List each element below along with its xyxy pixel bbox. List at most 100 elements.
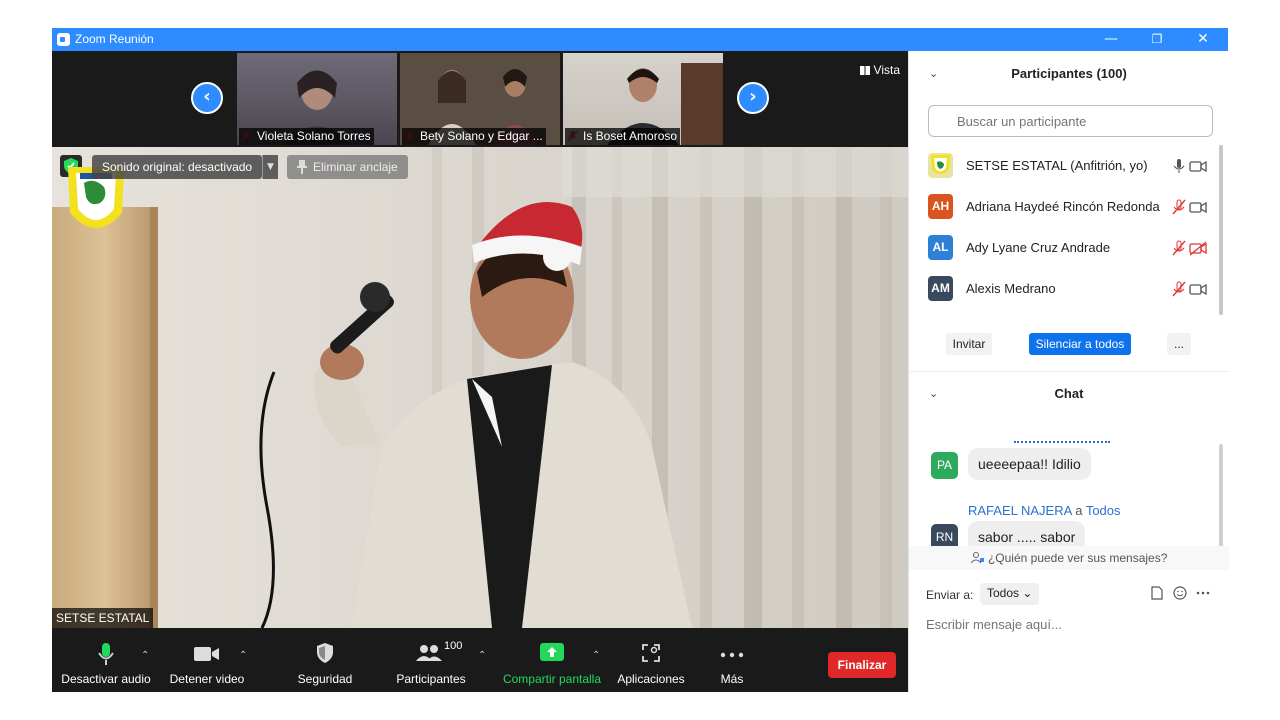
strip-prev-button[interactable]: ‹ [191,82,223,114]
speaker-name-label: SETSE ESTATAL [52,608,154,628]
video-camera-icon[interactable] [1189,199,1207,215]
close-button[interactable]: ✕ [1180,28,1226,51]
recipient-name: Todos [1085,503,1121,518]
apps-icon [642,644,660,662]
microphone-icon[interactable] [1171,158,1187,174]
chat-title: Chat [1054,386,1084,401]
more-dots-icon [720,652,744,658]
participants-options-caret[interactable]: ⌃ [478,650,490,661]
participants-header: ⌄ Participantes (100) [909,51,1229,97]
original-sound-caret[interactable]: ▼ [262,155,278,179]
participants-icon [416,645,442,661]
participants-label: Participantes [396,672,466,686]
send-to-dropdown[interactable]: Todos ⌄ [980,583,1040,605]
sender-name: RAFAEL NAJERA [968,503,1072,518]
restore-button[interactable]: ❐ [1134,28,1180,51]
chat-sender[interactable]: RAFAEL NAJERA a Todos [968,503,1121,518]
chat-message: ueeeepaa!! Idilio [968,448,1091,480]
participant-row[interactable]: AL Ady Lyane Cruz Andrade [909,227,1219,268]
grid-view-icon [859,66,870,75]
share-screen-button[interactable]: Compartir pantalla [498,628,606,692]
mute-all-button[interactable]: Silenciar a todos [1029,333,1131,355]
share-options-caret[interactable]: ⌃ [592,650,604,661]
security-button[interactable]: Seguridad [288,628,362,692]
participants-more-button[interactable]: ... [1167,333,1191,355]
mic-muted-icon[interactable] [1171,240,1187,256]
apps-button[interactable]: Aplicaciones [614,628,688,692]
participant-name: SETSE ESTATAL (Anfitrión, yo) [966,158,1148,173]
avatar: AM [928,276,953,301]
participant-search-input[interactable] [928,105,1213,137]
share-screen-icon [540,643,564,661]
participant-row[interactable]: AM Alexis Medrano [909,268,1219,309]
more-button[interactable]: Más [706,628,758,692]
chat-header: ⌄ Chat [909,371,1229,417]
unpin-label: Eliminar anclaje [313,160,398,174]
avatar: AL [928,235,953,260]
chat-message-input[interactable] [926,613,1216,635]
participant-row[interactable]: AH Adriana Haydeé Rincón Redonda [909,186,1219,227]
title-bar: Zoom Reunión — ❐ ✕ [52,28,1228,51]
video-thumb-3[interactable]: Is Boset Amoroso [563,53,723,145]
avatar: PA [931,452,958,479]
video-options-caret[interactable]: ⌃ [239,650,251,661]
video-camera-icon[interactable] [1189,281,1207,297]
apps-label: Aplicaciones [617,672,685,686]
thumb-name-1: Violeta Solano Torres [239,128,374,145]
participants-scrollbar[interactable] [1219,145,1223,315]
union-logo-icon [931,155,950,174]
send-to-value: Todos [987,586,1020,600]
participants-button[interactable]: 100 Participantes [388,628,474,692]
side-panel: ⌄ Participantes (100) SETSE ESTATAL (Anf… [908,51,1229,692]
shield-icon [317,643,333,663]
window-title: Zoom Reunión [75,32,154,46]
end-meeting-button[interactable]: Finalizar [828,652,896,678]
file-icon[interactable] [1151,586,1163,600]
mute-audio-button[interactable]: Desactivar audio [58,628,154,692]
participant-row[interactable]: SETSE ESTATAL (Anfitrión, yo) [909,145,1219,186]
mic-muted-icon[interactable] [1171,281,1187,297]
participants-count: 100 [444,640,463,652]
avatar [928,153,953,178]
video-thumb-2[interactable]: Bety Solano y Edgar ... [400,53,560,145]
participant-name: Adriana Haydeé Rincón Redonda [966,199,1160,214]
who-can-see-messages[interactable]: ¿Quién puede ver sus mensajes? [909,546,1229,570]
mute-audio-label: Desactivar audio [61,672,151,686]
emoji-icon[interactable] [1173,586,1187,600]
unpin-button[interactable]: Eliminar anclaje [287,155,408,179]
invite-button[interactable]: Invitar [946,333,992,355]
zoom-logo-icon [57,33,70,46]
participant-row[interactable] [909,309,1219,315]
original-sound-button[interactable]: Sonido original: desactivado [92,155,263,179]
thumb-name-3: Is Boset Amoroso [565,128,681,145]
person-lock-icon [970,552,984,564]
share-screen-label: Compartir pantalla [502,672,602,686]
pin-icon [297,160,307,174]
audio-options-caret[interactable]: ⌃ [141,650,153,661]
microphone-icon [98,643,114,665]
original-sound-label: Sonido original: desactivado [102,160,253,174]
sender-to-word: a [1075,503,1083,518]
chat-cutoff-line [1014,441,1110,443]
minimize-button[interactable]: — [1088,28,1134,51]
participants-title: Participantes (100) [1011,66,1127,81]
speaker-video-frame [52,147,908,628]
video-camera-icon[interactable] [1189,158,1207,174]
stop-video-label: Detener video [169,672,245,686]
chevron-down-icon: ⌄ [1022,586,1033,600]
strip-next-button[interactable]: › [737,82,769,114]
thumb-name-2: Bety Solano y Edgar ... [402,128,546,145]
view-button[interactable]: Vista [859,63,900,77]
view-label: Vista [873,63,900,77]
meeting-area: ‹ Violeta Solano Torres Bety Solano y Ed… [52,51,908,692]
video-strip: ‹ Violeta Solano Torres Bety Solano y Ed… [52,51,908,147]
video-thumb-1[interactable]: Violeta Solano Torres [237,53,397,145]
active-speaker-video[interactable]: Sonido original: desactivado ▼ Eliminar … [52,147,908,628]
participants-scroll-thumb[interactable] [1219,145,1223,315]
security-label: Seguridad [297,672,353,686]
more-label: Más [720,672,744,686]
chat-more-icon[interactable] [1196,591,1210,595]
participant-name: Alexis Medrano [966,281,1056,296]
mic-muted-icon[interactable] [1171,199,1187,215]
video-off-icon[interactable] [1189,240,1207,256]
